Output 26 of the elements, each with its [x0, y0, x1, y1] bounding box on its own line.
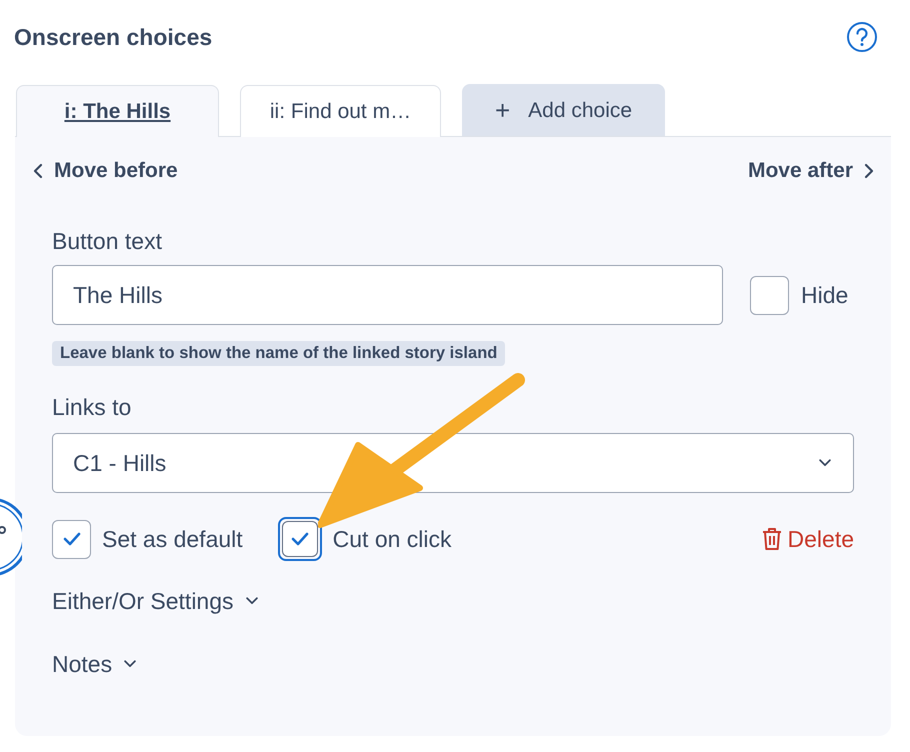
checkmark-icon — [290, 532, 309, 546]
section-toggle[interactable]: Notes — [52, 651, 138, 678]
panel-title: Onscreen choices — [14, 24, 212, 50]
hint-text: Leave blank to show the name of the linked story island — [52, 341, 506, 366]
add-choice-tab[interactable]: + Add choice — [462, 84, 665, 136]
help-icon[interactable] — [846, 21, 878, 53]
choice-tab[interactable]: ii: Find out m… — [240, 85, 441, 137]
delete-button[interactable]: Delete — [762, 526, 854, 552]
chevron-right-icon — [863, 163, 875, 179]
plus-icon[interactable]: + — [494, 95, 510, 126]
section-toggle[interactable]: Either/Or Settings — [52, 588, 260, 615]
checkbox[interactable] — [750, 276, 788, 314]
move-after-button[interactable]: Move after — [748, 157, 875, 185]
checkbox[interactable] — [52, 520, 91, 558]
field-label: Links to — [52, 394, 132, 421]
move-before-button[interactable]: Move before — [32, 157, 178, 185]
checkbox-label: Hide — [801, 282, 848, 308]
checkbox-label: Set as default — [102, 526, 243, 552]
chevron-left-icon — [32, 163, 44, 179]
trash-icon — [762, 527, 782, 551]
choice-tab[interactable]: i: The Hills — [16, 85, 219, 137]
checkbox-label: Cut on click — [332, 526, 452, 552]
links-to-dropdown[interactable]: C1 - Hills — [52, 433, 854, 493]
field-label: Button text — [52, 228, 162, 255]
checkmark-icon — [62, 532, 80, 546]
button-text-field[interactable]: The Hills — [52, 265, 723, 325]
